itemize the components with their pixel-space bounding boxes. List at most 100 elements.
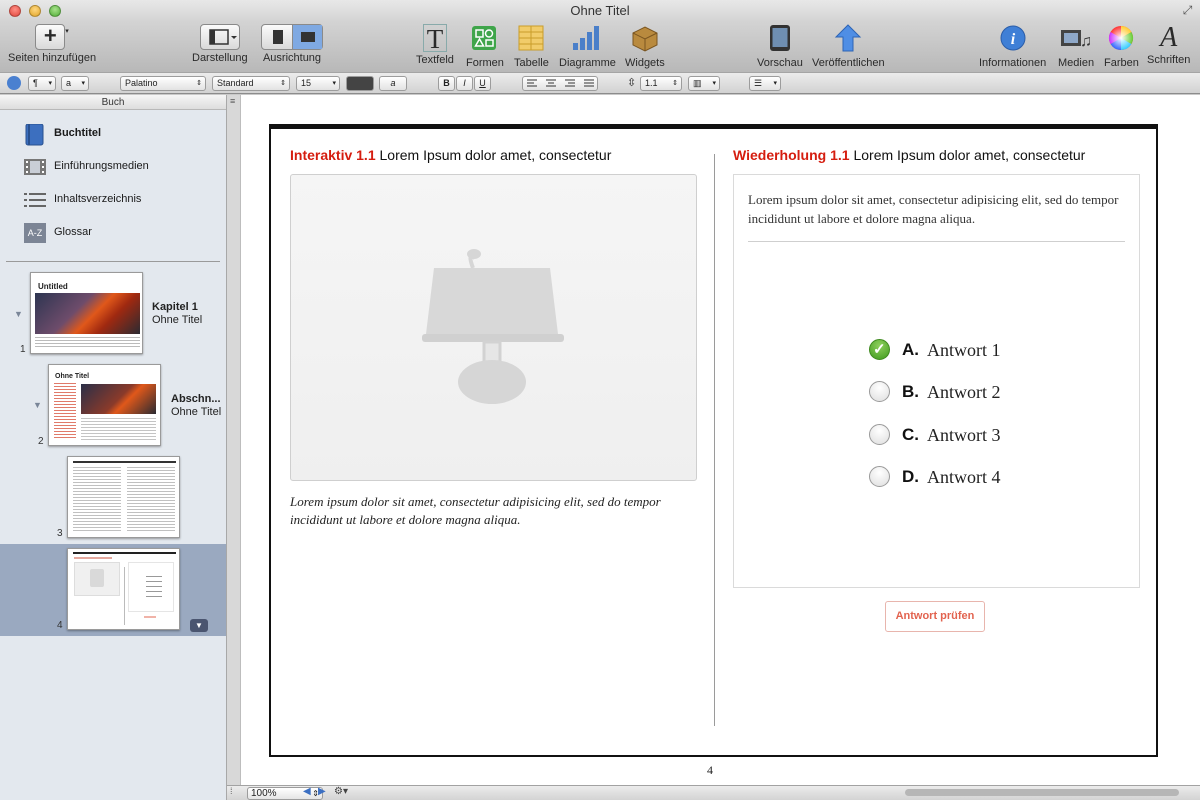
disclosure-triangle-icon[interactable]: ▼: [33, 400, 42, 410]
interactive-label: Interaktiv 1.1: [290, 147, 376, 163]
colors-button[interactable]: Farben: [1104, 24, 1139, 69]
interactive-heading-text: Lorem Ipsum dolor amet, consectetur: [379, 147, 612, 163]
disclosure-triangle-icon[interactable]: ▼: [14, 309, 23, 319]
glossary-az-icon: A-Z: [24, 223, 46, 243]
svg-text:♫: ♫: [1080, 33, 1092, 50]
chapter-label[interactable]: Kapitel 1 Ohne Titel: [152, 301, 202, 327]
page-menu-icon[interactable]: ▼: [190, 619, 208, 632]
column-divider: [714, 154, 715, 726]
typeface-menu[interactable]: Standard ⇕: [212, 76, 290, 91]
page-thumbnail-4[interactable]: [67, 548, 180, 630]
sidebar-divider: [6, 261, 220, 262]
preview-label: Vorschau: [757, 57, 803, 69]
film-icon: [24, 157, 46, 177]
columns-menu[interactable]: ▥ ▾: [688, 76, 720, 91]
orientation-label: Ausrichtung: [262, 52, 322, 64]
columns-icon: ▥: [693, 78, 702, 88]
text-color-well[interactable]: [346, 76, 374, 91]
landscape-icon[interactable]: [301, 32, 315, 42]
underline-button[interactable]: U: [474, 76, 491, 91]
character-style-menu[interactable]: a ▾: [61, 76, 89, 91]
radio-button[interactable]: [869, 381, 890, 402]
quiz-question: Lorem ipsum dolor sit amet, consectetur …: [748, 192, 1119, 226]
svg-text:i: i: [1010, 31, 1015, 48]
section-label[interactable]: Abschn... Ohne Titel: [171, 393, 221, 419]
page-thumbnail-3[interactable]: [67, 456, 180, 538]
italic-button[interactable]: I: [456, 76, 473, 91]
split-handle-icon[interactable]: ≡: [230, 96, 235, 106]
close-window-button[interactable]: [9, 5, 21, 17]
review-heading[interactable]: Wiederholung 1.1 Lorem Ipsum dolor amet,…: [733, 147, 1085, 163]
gear-icon[interactable]: ⚙▾: [334, 786, 348, 797]
horizontal-scrollbar[interactable]: [905, 789, 1179, 796]
font-family-menu[interactable]: Palatino ⇕: [120, 76, 206, 91]
page-thumbnail-2[interactable]: Ohne Titel: [48, 364, 161, 446]
resize-handle-icon[interactable]: ⁞: [230, 786, 233, 796]
media-button[interactable]: ♫ Medien: [1058, 24, 1094, 69]
info-button[interactable]: i Informationen: [979, 24, 1046, 69]
sidebar: Buch Buchtitel Einführungsmedien Inhalts…: [0, 95, 227, 800]
font-size-field[interactable]: 15 ▾: [296, 76, 340, 91]
volcano-image: [35, 293, 140, 334]
shapes-button[interactable]: Formen: [466, 24, 504, 69]
table-icon: [516, 24, 546, 52]
minimize-window-button[interactable]: [29, 5, 41, 17]
window-title: Ohne Titel: [570, 3, 630, 18]
app-window: Ohne Titel ⤢ + ▾ Seiten hinzufügen Darste…: [0, 0, 1200, 800]
fonts-label: Schriften: [1147, 54, 1191, 66]
keynote-podium-icon: [422, 249, 564, 404]
radio-button[interactable]: [869, 466, 890, 487]
list-icon: ☰: [754, 78, 763, 88]
chart-icon: [570, 24, 604, 52]
keynote-icon: [90, 569, 104, 587]
textbox-button[interactable]: T Textfeld: [416, 24, 454, 66]
next-page-icon[interactable]: ▶: [318, 786, 326, 797]
previous-page-icon[interactable]: ◀: [303, 786, 311, 797]
line-spacing-field[interactable]: 1.1 ⇕: [640, 76, 682, 91]
paragraph-style-menu[interactable]: ¶ ▾: [28, 76, 56, 91]
alignment-control[interactable]: [522, 76, 598, 91]
text-background-well[interactable]: a: [379, 76, 407, 91]
lava-image: [81, 384, 156, 414]
info-label: Informationen: [979, 57, 1047, 69]
list-style-menu[interactable]: ☰ ▾: [749, 76, 781, 91]
widgets-button[interactable]: Widgets: [625, 24, 665, 69]
interactive-heading[interactable]: Interaktiv 1.1 Lorem Ipsum dolor amet, c…: [290, 147, 611, 163]
zoom-window-button[interactable]: [49, 5, 61, 17]
check-answer-button[interactable]: Antwort prüfen: [885, 601, 985, 632]
fonts-button[interactable]: A Schriften: [1147, 24, 1191, 67]
color-wheel-icon: [1107, 24, 1135, 52]
textbox-label: Textfeld: [416, 54, 454, 66]
radio-button[interactable]: [869, 424, 890, 445]
view-button[interactable]: Darstellung: [192, 24, 248, 64]
bold-button[interactable]: B: [438, 76, 455, 91]
media-label: Medien: [1058, 57, 1095, 69]
orientation-control[interactable]: Ausrichtung: [261, 24, 323, 64]
review-heading-text: Lorem Ipsum dolor amet, consectetur: [853, 147, 1086, 163]
add-pages-button[interactable]: + ▾ Seiten hinzufügen: [8, 24, 96, 64]
review-quiz-widget: Lorem ipsum dolor sit amet, consectetur …: [733, 174, 1140, 588]
charts-button[interactable]: Diagramme: [559, 24, 616, 69]
text-icon: T: [422, 24, 448, 53]
page-number-footer: 4: [707, 763, 713, 777]
table-button[interactable]: Tabelle: [514, 24, 549, 69]
publish-button[interactable]: Veröffentlichen: [812, 24, 885, 69]
line-spacing-icon: ⇳: [627, 77, 637, 89]
fullscreen-icon[interactable]: ⤢: [1181, 4, 1194, 17]
selected-check-icon[interactable]: [869, 338, 890, 362]
status-bar: ⁞ 100% ⇕ ◀ ▶ ⚙▾: [227, 785, 1200, 800]
view-label: Darstellung: [192, 52, 248, 64]
publish-label: Veröffentlichen: [812, 57, 885, 69]
sidebar-splitter[interactable]: ≡: [227, 95, 241, 800]
quiz-divider: [748, 241, 1125, 242]
charts-label: Diagramme: [559, 57, 616, 69]
inspector-toggle-icon[interactable]: [7, 76, 21, 90]
portrait-icon[interactable]: [273, 30, 283, 44]
keynote-widget-placeholder[interactable]: [290, 174, 697, 481]
page-thumbnail-1[interactable]: Untitled: [30, 272, 143, 354]
preview-button[interactable]: Vorschau: [757, 24, 803, 69]
media-caption[interactable]: Lorem ipsum dolor sit amet, consectetur …: [290, 493, 700, 529]
media-icon: ♫: [1059, 24, 1093, 52]
document-canvas: Interaktiv 1.1 Lorem Ipsum dolor amet, c…: [241, 95, 1200, 785]
zoom-menu[interactable]: 100% ⇕: [247, 787, 323, 800]
